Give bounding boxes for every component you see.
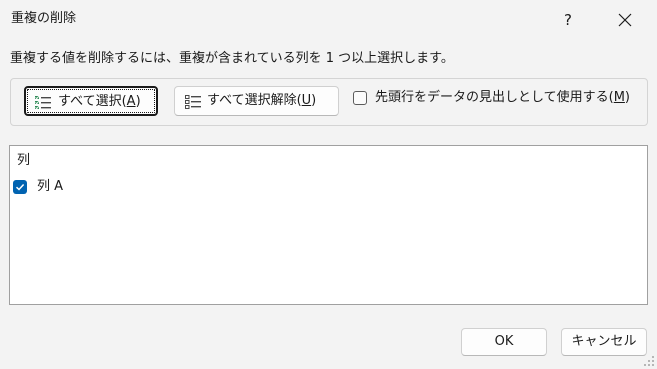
select-all-icon [35,95,51,110]
list-item-column-a[interactable]: 列 A [13,177,213,197]
checkmark-icon [15,183,25,191]
close-button[interactable] [610,6,640,34]
cancel-button[interactable]: キャンセル [561,328,647,356]
columns-listbox[interactable]: 列 列 A [9,145,648,305]
instruction-text: 重複する値を削除するには、重複が含まれている列を 1 つ以上選択します。 [10,51,454,66]
deselect-all-button[interactable]: すべて選択解除(U) [174,86,339,116]
ok-button[interactable]: OK [461,328,547,356]
remove-duplicates-dialog: 重複の削除 ? 重複する値を削除するには、重複が含まれている列を 1 つ以上選択… [0,0,657,369]
dialog-title: 重複の削除 [11,11,77,26]
select-all-button[interactable]: すべて選択(A) [24,86,158,116]
deselect-all-label: すべて選択解除(U) [207,93,317,108]
column-a-label: 列 A [37,179,64,194]
columns-list-header: 列 [17,153,31,168]
close-icon [618,13,632,27]
help-button[interactable]: ? [553,6,583,34]
column-a-checkbox[interactable] [13,180,27,194]
has-headers-checkbox[interactable] [353,91,367,105]
select-all-label: すべて選択(A) [58,94,141,109]
has-headers-label[interactable]: 先頭行をデータの見出しとして使用する(M) [375,89,630,107]
resize-grip-icon[interactable] [643,355,655,367]
deselect-all-icon [185,95,201,109]
title-bar: 重複の削除 ? [0,0,657,40]
